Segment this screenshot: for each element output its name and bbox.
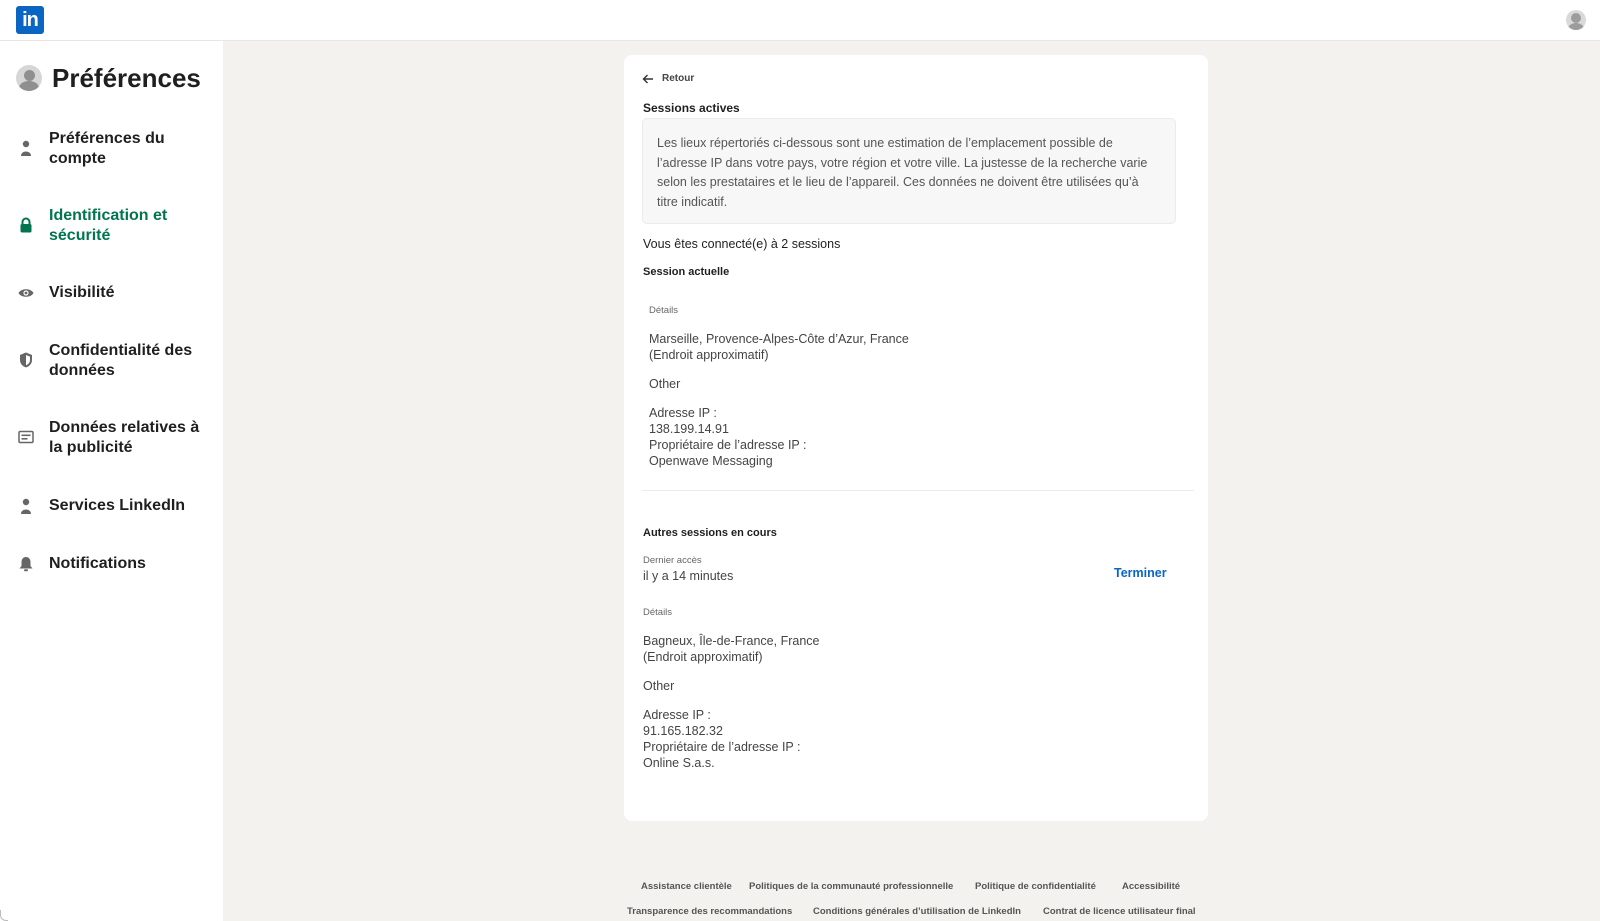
last-access-label: Dernier accès [643,555,702,566]
sidebar-item-linkedin-services[interactable]: Services LinkedIn [0,496,223,516]
sidebar-item-account-preferences[interactable]: Préférences du compte [0,129,223,169]
ip-owner-label: Propriétaire de l’adresse IP : [649,438,807,452]
sidebar-item-visibility[interactable]: Visibilité [0,283,223,303]
details-label: Détails [649,305,679,316]
top-bar: in [0,0,1600,41]
footer-link-accessibility[interactable]: Accessibilité [1122,881,1180,892]
ip-owner-label: Propriétaire de l’adresse IP : [643,740,801,754]
footer-link-community-policies[interactable]: Politiques de la communauté professionne… [749,881,953,892]
sidebar-item-data-privacy[interactable]: Confidentialité des données [0,341,223,381]
terminate-button[interactable]: Terminer [1114,566,1167,580]
details-label: Détails [643,607,673,618]
divider [642,490,1194,491]
session-device: Other [643,679,675,693]
footer-link-terms[interactable]: Conditions générales d’utilisation de Li… [813,906,1021,917]
other-sessions-heading: Autres sessions en cours [643,527,777,539]
sidebar-item-label: Données relatives à la publicité [49,419,200,456]
info-box: Les lieux répertoriés ci-dessous sont un… [642,118,1176,224]
preferences-header: Préférences [16,61,201,95]
sessions-count: Vous êtes connecté(e) à 2 sessions [643,237,841,251]
arrow-left-icon [642,74,653,83]
bell-icon [18,556,34,572]
person-icon [18,498,34,514]
sidebar-item-label: Notifications [49,555,146,572]
ip-address: 91.165.182.32 [643,724,723,738]
sidebar: Préférences Préférences du compte Identi… [0,41,223,921]
footer-link-privacy[interactable]: Politique de confidentialité [975,881,1096,892]
footer-link-support[interactable]: Assistance clientèle [641,881,732,892]
ip-owner: Online S.a.s. [643,756,715,770]
person-icon [18,140,34,156]
lock-icon [18,217,34,233]
sidebar-item-label: Identification et sécurité [49,207,168,244]
session-device: Other [649,377,681,391]
session-location: Marseille, Provence-Alpes-Côte d’Azur, F… [649,332,909,346]
ip-address: 138.199.14.91 [649,422,729,436]
footer-link-recommendations[interactable]: Transparence des recommandations [627,906,792,917]
sessions-card: Retour Sessions actives Les lieux répert… [624,55,1208,821]
avatar[interactable] [1566,10,1586,30]
ip-label: Adresse IP : [649,406,717,420]
eye-icon [18,285,34,301]
back-button[interactable]: Retour [642,73,694,84]
sidebar-item-label: Préférences du compte [49,130,165,167]
sidebar-item-notifications[interactable]: Notifications [0,554,223,574]
session-approx: (Endroit approximatif) [643,650,763,664]
shield-icon [18,352,34,368]
ad-card-icon [18,429,34,445]
sidebar-item-label: Services LinkedIn [49,497,186,514]
last-access-value: il y a 14 minutes [643,569,734,583]
back-label: Retour [662,73,695,84]
ip-label: Adresse IP : [643,708,711,722]
linkedin-logo[interactable]: in [16,6,44,34]
window-corner [0,910,8,921]
sidebar-item-label: Confidentialité des données [49,342,193,379]
current-session-heading: Session actuelle [643,266,730,278]
ip-owner: Openwave Messaging [649,454,773,468]
footer-link-eula[interactable]: Contrat de licence utilisateur final [1043,906,1196,917]
sidebar-item-security[interactable]: Identification et sécurité [0,206,223,246]
session-location: Bagneux, Île-de-France, France [643,634,820,648]
page-title: Préférences [52,62,201,93]
session-approx: (Endroit approximatif) [649,348,769,362]
sidebar-item-label: Visibilité [49,284,115,301]
section-title: Sessions actives [643,101,740,115]
sidebar-item-advertising-data[interactable]: Données relatives à la publicité [0,418,223,458]
avatar [16,65,42,91]
